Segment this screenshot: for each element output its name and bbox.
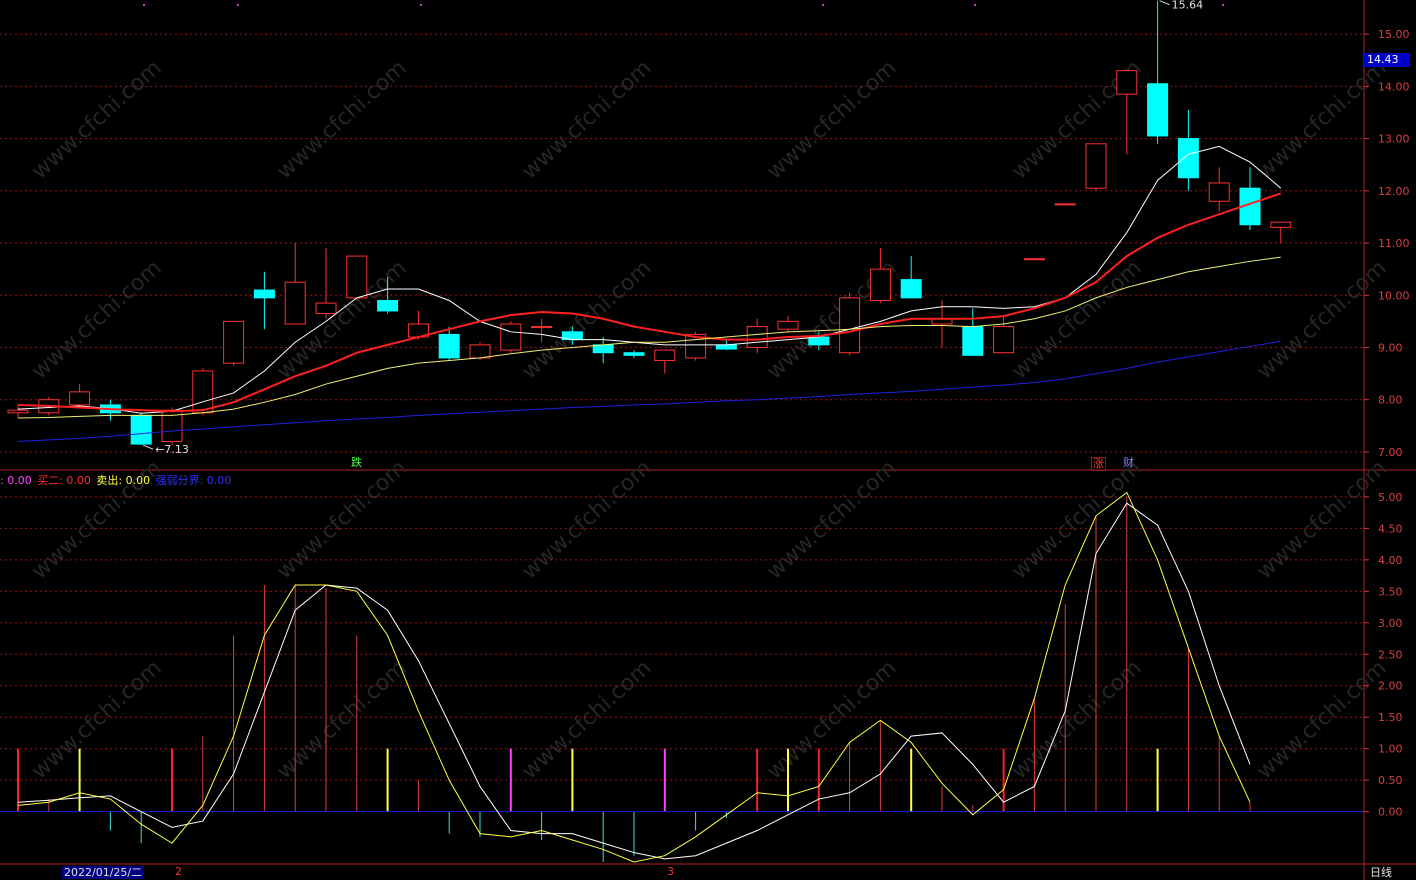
indicator-tick-label: 2.00: [1378, 680, 1403, 693]
indicator-tick-label: 5.00: [1378, 491, 1403, 504]
watermark-text: www.cfchi.com: [27, 256, 166, 385]
candle-body: [469, 344, 491, 359]
candle-body: [531, 326, 553, 329]
price-tick-label: 13.00: [1378, 133, 1410, 146]
top-marker-dot: [974, 4, 976, 6]
candle-body: [7, 409, 29, 414]
candle-body: [1054, 203, 1076, 206]
candle-body: [869, 268, 891, 301]
price-tick-label: 15.00: [1378, 28, 1410, 41]
watermark-text: www.cfchi.com: [517, 56, 656, 185]
candle-body: [777, 320, 799, 330]
top-marker-dot: [420, 4, 422, 6]
signal-die: 跌: [351, 456, 362, 469]
candle-body: [253, 289, 275, 299]
indicator-tick-label: 2.50: [1378, 648, 1403, 661]
price-tick-label: 11.00: [1378, 237, 1410, 250]
candle-body: [839, 297, 861, 354]
candle-body: [1023, 258, 1045, 261]
candle-body: [1177, 138, 1199, 179]
top-marker-dot: [822, 4, 824, 6]
watermark-text: www.cfchi.com: [27, 56, 166, 185]
top-marker-dot: [237, 4, 239, 6]
price-tick-label: 7.00: [1378, 446, 1403, 459]
bottom-marker-2: 2: [175, 865, 182, 878]
candle-body: [900, 279, 922, 299]
watermark-text: www.cfchi.com: [517, 456, 656, 585]
candle-body: [1208, 182, 1230, 202]
candle-body: [377, 299, 399, 312]
candle-body: [500, 323, 522, 351]
signal-zhang: 涨: [1091, 457, 1106, 471]
watermark-text: www.cfchi.com: [762, 456, 901, 585]
legend-item-0: : 0.00: [0, 474, 32, 487]
candle-body: [1270, 221, 1292, 228]
candle-body: [192, 370, 214, 414]
watermark-text: www.cfchi.com: [762, 56, 901, 185]
candle-body: [69, 391, 91, 406]
indicator-tick-label: 3.00: [1378, 617, 1403, 630]
watermark-text: www.cfchi.com: [27, 656, 166, 785]
watermark-text: www.cfchi.com: [272, 456, 411, 585]
legend-item-1: 买二: 0.00: [37, 474, 91, 487]
indicator-tick-label: 1.00: [1378, 743, 1403, 756]
candle-body: [746, 326, 768, 348]
annotation-arrow: [143, 444, 154, 450]
candle-body: [438, 333, 460, 359]
candle-body: [1116, 70, 1138, 95]
candle-body: [223, 320, 245, 364]
price-tick-label: 12.00: [1378, 185, 1410, 198]
price-tick-label: 8.00: [1378, 394, 1403, 407]
signal-cai: 财: [1123, 456, 1134, 469]
watermark-text: www.cfchi.com: [272, 656, 411, 785]
indicator-tick-label: 0.50: [1378, 774, 1403, 787]
chart-svg[interactable]: www.cfchi.com www.cfchi.com www.cfchi.com w…: [0, 0, 1416, 880]
watermark-text: www.cfchi.com: [517, 656, 656, 785]
watermark-text: www.cfchi.com: [517, 256, 656, 385]
legend-item-2: 卖出: 0.00: [96, 474, 151, 487]
indicator-tick-label: 4.00: [1378, 554, 1403, 567]
candle-body: [654, 349, 676, 362]
watermark-text: www.cfchi.com: [1252, 56, 1391, 185]
candle-body: [808, 336, 830, 346]
candle-body: [715, 344, 737, 350]
indicator-tick-label: 4.50: [1378, 522, 1403, 535]
candle-body: [346, 255, 368, 299]
watermark-text: www.cfchi.com: [1007, 656, 1146, 785]
price-tick-label: 10.00: [1378, 289, 1410, 302]
candle-body: [130, 414, 152, 445]
candle-body: [993, 326, 1015, 354]
watermark-text: www.cfchi.com: [1252, 656, 1391, 785]
price-tick-label: 9.00: [1378, 341, 1403, 354]
candle-body: [592, 344, 614, 354]
annotation-label: 15.64: [1172, 0, 1204, 12]
legend-item-3: 强弱分界: 0.00: [155, 474, 232, 487]
indicator-tick-label: 3.50: [1378, 585, 1403, 598]
indicator-tick-label: 0.00: [1378, 806, 1403, 819]
candle-body: [1147, 83, 1169, 137]
watermark-text: www.cfchi.com: [1007, 456, 1146, 585]
candle-body: [1085, 143, 1107, 189]
annotation-label: ←7.13: [155, 443, 189, 456]
watermark-text: www.cfchi.com: [1252, 256, 1391, 385]
annotation-arrow: [1159, 0, 1170, 6]
indicator-legend: : 0.00 买二: 0.00 卖出: 0.00 强弱分界: 0.00: [0, 472, 233, 488]
indicator-tick-label: 1.50: [1378, 711, 1403, 724]
candle-body: [284, 281, 306, 325]
top-marker-dot: [1222, 4, 1224, 6]
top-marker-dot: [143, 4, 145, 6]
candle-body: [962, 326, 984, 356]
cursor-date-label: 2022/01/25/二: [62, 866, 145, 879]
bottom-marker-3: 3: [667, 865, 674, 878]
watermark-text: www.cfchi.com: [272, 56, 411, 185]
candle-body: [623, 352, 645, 356]
period-label[interactable]: 日线: [1370, 866, 1392, 879]
price-tick-label: 14.00: [1378, 80, 1410, 93]
candle-body: [315, 302, 337, 315]
watermark-text: www.cfchi.com: [1252, 456, 1391, 585]
current-price-tag: 14.43: [1364, 53, 1410, 67]
